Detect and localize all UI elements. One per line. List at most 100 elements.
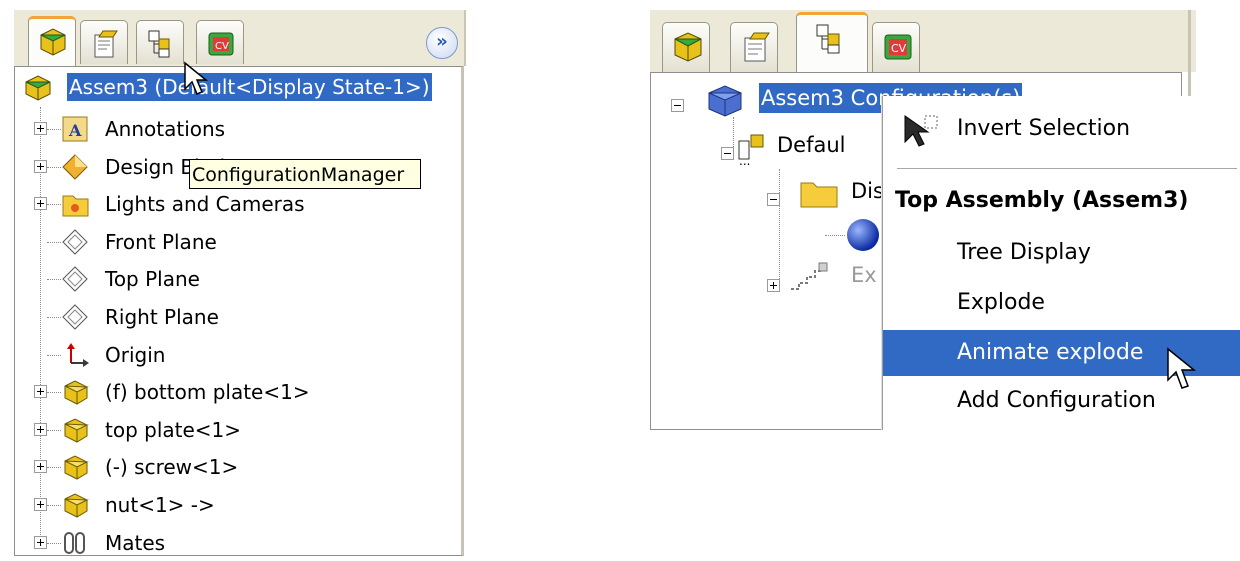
tree-item-label: (-) screw<1> (105, 455, 239, 479)
expand-toggle[interactable] (34, 122, 47, 135)
menu-item-label: Invert Selection (957, 116, 1131, 141)
tree-line (47, 392, 61, 393)
tree-line (47, 505, 61, 506)
menu-item-label: Explode (957, 290, 1045, 315)
tree-line (47, 430, 61, 431)
tree-item-label: Annotations (105, 117, 226, 141)
annotations-icon: A (62, 116, 88, 142)
menu-separator (897, 168, 1237, 169)
tab-dimxpert-manager-right[interactable]: CV (872, 22, 920, 72)
tab-property-manager-right[interactable] (730, 22, 778, 72)
origin-icon (67, 343, 89, 367)
tree-item[interactable]: Front Plane (15, 224, 455, 260)
svg-text:CV: CV (891, 42, 907, 55)
tree-line (47, 242, 61, 243)
menu-item-label: Add Configuration (957, 388, 1156, 413)
dimxpert-manager-icon: CV (884, 34, 912, 60)
mouse-pointer-icon (184, 61, 209, 95)
tab-configuration-manager-right[interactable] (796, 12, 868, 72)
configuration-manager-icon (148, 30, 170, 58)
manager-tab-bar: CV » (14, 10, 466, 66)
svg-text:...: ... (739, 154, 750, 167)
tree-item-label: Top Plane (105, 267, 200, 291)
expand-toggle-explode[interactable] (767, 279, 780, 292)
tree-item[interactable]: Lights and Cameras (15, 186, 455, 222)
collapse-toggle[interactable] (671, 99, 684, 112)
tree-line (47, 317, 61, 318)
tree-item[interactable]: (f) bottom plate<1> (15, 374, 455, 410)
tab-feature-manager[interactable] (28, 16, 76, 66)
menu-item-label: Tree Display (957, 240, 1091, 265)
assembly-icon (25, 75, 51, 101)
menu-item-invert-selection[interactable]: Invert Selection (883, 106, 1240, 152)
expand-toggle[interactable] (34, 423, 47, 436)
lights-cameras-icon (62, 195, 89, 217)
tree-item[interactable]: Top Plane (15, 261, 455, 297)
part-icon (64, 455, 89, 480)
tree-item-label: Lights and Cameras (105, 192, 305, 216)
configuration-icon: ... (738, 134, 764, 167)
tree-item-label: nut<1> -> (105, 493, 215, 517)
default-config-label[interactable]: Defaul (777, 133, 846, 157)
expand-toggle[interactable] (34, 385, 47, 398)
expand-toggle[interactable] (34, 498, 47, 511)
context-menu: Invert Selection Top Assembly (Assem3) T… (882, 96, 1240, 430)
expand-toggle[interactable] (34, 460, 47, 473)
expand-toggle[interactable] (34, 197, 47, 210)
configuration-manager-tooltip: ConfigurationManager (189, 159, 421, 189)
feature-tree: Assem3 (Default<Display State-1>) A Annot… (14, 61, 464, 556)
tab-dimxpert-manager[interactable]: CV (196, 20, 244, 64)
plane-icon (62, 266, 88, 292)
expand-toggle[interactable] (34, 160, 47, 173)
dimxpert-manager-icon: CV (208, 32, 234, 56)
tree-item-label: (f) bottom plate<1> (105, 380, 310, 404)
menu-item-tree-display[interactable]: Tree Display (883, 230, 1240, 276)
display-state-sphere-icon (847, 219, 879, 251)
tree-item-label: Mates (105, 531, 166, 555)
folder-icon (800, 182, 838, 208)
tree-line (779, 169, 780, 279)
tree-line (47, 167, 61, 168)
svg-text:CV: CV (215, 41, 229, 52)
part-icon (64, 418, 89, 443)
tree-item[interactable]: (-) screw<1> (15, 449, 455, 485)
tree-item-label: Origin (105, 343, 166, 367)
expand-panel-button[interactable]: » (426, 27, 458, 59)
mouse-pointer-icon (1167, 347, 1197, 389)
invert-selection-icon (904, 115, 938, 147)
assembly-config-icon (708, 85, 742, 117)
tree-item[interactable]: Right Plane (15, 299, 455, 335)
configuration-manager-icon (816, 24, 840, 54)
tree-line (47, 467, 61, 468)
tab-feature-manager-right[interactable] (662, 22, 710, 72)
tree-item[interactable]: Origin (15, 337, 455, 373)
menu-item-explode[interactable]: Explode (883, 280, 1240, 326)
tree-line (47, 543, 61, 544)
plane-icon (62, 304, 88, 330)
tab-configuration-manager[interactable] (136, 20, 184, 64)
tree-item[interactable]: nut<1> -> (15, 487, 455, 523)
feature-manager-icon (674, 32, 702, 62)
tree-line (825, 235, 845, 236)
explode-view-label[interactable]: Ex (851, 263, 877, 287)
collapse-toggle-default[interactable] (721, 147, 734, 160)
tree-item[interactable]: A Annotations (15, 111, 455, 147)
part-icon (64, 493, 89, 518)
tree-item[interactable]: top plate<1> (15, 412, 455, 448)
tab-property-manager[interactable] (80, 20, 128, 64)
feature-manager-icon (40, 28, 66, 56)
collapse-toggle-display[interactable] (767, 193, 780, 206)
display-states-label[interactable]: Dis (851, 179, 884, 203)
manager-tab-bar-right: CV (650, 10, 1196, 72)
tree-item-label: Right Plane (105, 305, 219, 329)
tree-line (47, 129, 61, 130)
tree-item-label: top plate<1> (105, 418, 242, 442)
design-binder-icon (62, 154, 88, 180)
expand-toggle[interactable] (34, 536, 47, 549)
plane-icon (62, 229, 88, 255)
feature-manager-panel: CV » Assem3 (Default<Display State-1>) A… (14, 10, 466, 556)
mates-icon (64, 532, 85, 554)
tree-item-label: Front Plane (105, 230, 217, 254)
tree-root-label[interactable]: Assem3 (Default<Display State-1>) (67, 73, 432, 101)
menu-header: Top Assembly (Assem3) (895, 188, 1189, 213)
